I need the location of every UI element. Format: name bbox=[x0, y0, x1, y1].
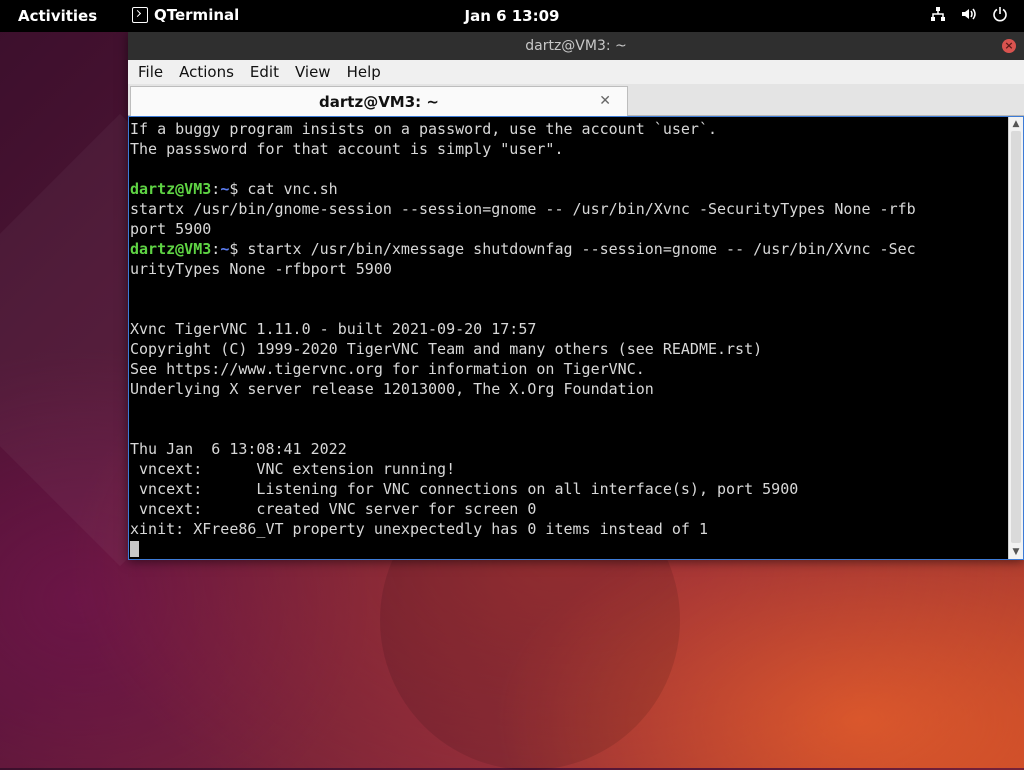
terminal-line: Xvnc TigerVNC 1.11.0 - built 2021-09-20 … bbox=[130, 320, 537, 338]
terminal-line: vncext: created VNC server for screen 0 bbox=[130, 500, 537, 518]
tab-bar: dartz@VM3: ~ ✕ bbox=[128, 84, 1024, 116]
terminal-line: Underlying X server release 12013000, Th… bbox=[130, 380, 654, 398]
prompt-user: dartz@VM3 bbox=[130, 240, 212, 258]
prompt-path: ~ bbox=[220, 180, 230, 198]
app-menu-button[interactable]: QTerminal bbox=[132, 6, 239, 24]
prompt-separator: : bbox=[211, 180, 221, 198]
tab-title: dartz@VM3: ~ bbox=[319, 93, 439, 111]
menu-edit[interactable]: Edit bbox=[242, 63, 287, 81]
volume-icon[interactable] bbox=[960, 6, 978, 22]
terminal-line: The passsword for that account is simply… bbox=[130, 140, 564, 158]
tab-close-icon[interactable]: ✕ bbox=[599, 93, 611, 109]
menu-file[interactable]: File bbox=[130, 63, 171, 81]
prompt-command: $ startx /usr/bin/xmessage shutdownfag -… bbox=[229, 240, 916, 258]
prompt-separator: : bbox=[211, 240, 221, 258]
terminal-line: Copyright (C) 1999-2020 TigerVNC Team an… bbox=[130, 340, 763, 358]
activities-button[interactable]: Activities bbox=[18, 7, 97, 25]
terminal-line: port 5900 bbox=[130, 220, 212, 238]
terminal-line: vncext: VNC extension running! bbox=[130, 460, 456, 478]
terminal-prompt-line: dartz@VM3:~$ startx /usr/bin/xmessage sh… bbox=[130, 239, 1008, 259]
menu-bar: File Actions Edit View Help bbox=[128, 60, 1024, 84]
terminal-line: startx /usr/bin/gnome-session --session=… bbox=[130, 200, 916, 218]
power-icon[interactable] bbox=[992, 6, 1008, 22]
system-tray[interactable] bbox=[930, 6, 1008, 22]
terminal-line: See https://www.tigervnc.org for informa… bbox=[130, 360, 645, 378]
terminal-cursor bbox=[130, 541, 139, 557]
prompt-path: ~ bbox=[220, 240, 230, 258]
scroll-up-icon[interactable]: ▲ bbox=[1009, 117, 1023, 131]
top-bar: Activities QTerminal Jan 6 13:09 bbox=[0, 0, 1024, 32]
network-icon[interactable] bbox=[930, 6, 946, 22]
menu-actions[interactable]: Actions bbox=[171, 63, 242, 81]
terminal-cursor-line bbox=[130, 539, 1008, 559]
terminal-line: vncext: Listening for VNC connections on… bbox=[130, 480, 799, 498]
terminal-window: dartz@VM3: ~ × File Actions Edit View He… bbox=[128, 32, 1024, 560]
scroll-down-icon[interactable]: ▼ bbox=[1009, 545, 1023, 559]
prompt-command: $ cat vnc.sh bbox=[229, 180, 338, 198]
terminal-line: urityTypes None -rfbport 5900 bbox=[130, 260, 392, 278]
terminal-line: Thu Jan 6 13:08:41 2022 bbox=[130, 440, 347, 458]
app-name: QTerminal bbox=[154, 6, 240, 24]
terminal-view[interactable]: If a buggy program insists on a password… bbox=[128, 116, 1024, 560]
terminal-output: If a buggy program insists on a password… bbox=[130, 119, 1008, 559]
menu-view[interactable]: View bbox=[287, 63, 339, 81]
terminal-line: xinit: XFree86_VT property unexpectedly … bbox=[130, 520, 708, 538]
title-bar[interactable]: dartz@VM3: ~ × bbox=[128, 32, 1024, 60]
tab-terminal[interactable]: dartz@VM3: ~ ✕ bbox=[130, 86, 628, 116]
menu-help[interactable]: Help bbox=[339, 63, 389, 81]
terminal-line: If a buggy program insists on a password… bbox=[130, 120, 717, 138]
prompt-user: dartz@VM3 bbox=[130, 180, 212, 198]
scrollbar[interactable]: ▲ ▼ bbox=[1008, 117, 1023, 559]
scrollbar-thumb[interactable] bbox=[1011, 131, 1021, 543]
close-icon[interactable]: × bbox=[1002, 39, 1016, 53]
terminal-prompt-line: dartz@VM3:~$ cat vnc.sh bbox=[130, 179, 1008, 199]
terminal-icon bbox=[132, 7, 148, 23]
window-title: dartz@VM3: ~ bbox=[525, 38, 627, 54]
